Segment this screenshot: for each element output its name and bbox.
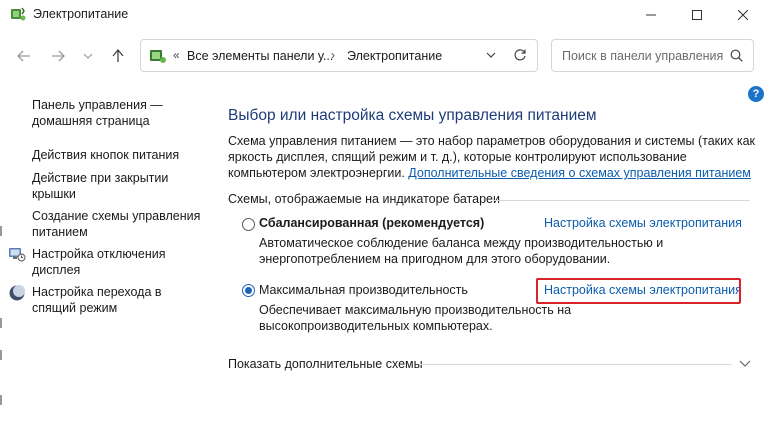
breadcrumb-separator[interactable]: › — [331, 48, 335, 62]
address-dropdown-icon[interactable] — [485, 49, 497, 61]
arrow-right-icon — [52, 50, 65, 62]
show-more-plans[interactable]: Показать дополнительные схемы — [228, 357, 423, 371]
power-options-icon — [11, 7, 26, 21]
chevron-down-icon[interactable] — [738, 357, 752, 369]
minimize-icon — [646, 14, 656, 16]
recent-locations-button[interactable] — [78, 47, 98, 65]
sidebar-item-create-plan[interactable]: Создание схемы управления питанием — [32, 208, 202, 240]
section-divider — [494, 200, 750, 201]
control-panel-icon — [150, 50, 166, 63]
more-plans-divider — [420, 364, 732, 365]
search-icon[interactable] — [730, 49, 743, 62]
arrow-left-icon — [17, 50, 30, 62]
arrow-up-icon — [112, 49, 124, 62]
address-bar[interactable]: « Все элементы панели у... › Электропита… — [140, 39, 538, 72]
sidebar-item-sleep[interactable]: Настройка перехода в спящий режим — [32, 284, 202, 316]
monitor-clock-icon — [9, 248, 26, 262]
section-label: Схемы, отображаемые на индикаторе батаре… — [228, 192, 500, 206]
plan-max-performance-name[interactable]: Максимальная производительность — [259, 283, 468, 297]
page-description: Схема управления питанием — это набор па… — [228, 133, 758, 181]
left-edge-marker — [0, 318, 2, 328]
more-info-link[interactable]: Дополнительные сведения о схемах управле… — [408, 166, 751, 180]
sidebar-item-control-panel-home[interactable]: Панель управления — домашняя страница — [32, 97, 202, 129]
refresh-icon[interactable] — [513, 48, 527, 62]
close-icon — [738, 10, 748, 20]
search-box[interactable]: Поиск в панели управления — [551, 39, 754, 72]
search-placeholder: Поиск в панели управления — [562, 49, 724, 63]
up-button[interactable] — [108, 47, 128, 65]
help-button[interactable]: ? — [748, 86, 764, 102]
plan-max-performance-radio[interactable] — [242, 284, 255, 297]
minimize-button[interactable] — [628, 0, 674, 30]
plan-balanced-description: Автоматическое соблюдение баланса между … — [259, 236, 664, 266]
left-edge-marker — [0, 350, 2, 360]
plan-balanced-settings-link[interactable]: Настройка схемы электропитания — [544, 216, 742, 230]
plan-balanced-radio[interactable] — [242, 218, 255, 231]
left-edge-marker — [0, 395, 2, 405]
maximize-icon — [692, 10, 702, 20]
sidebar-item-lid-close[interactable]: Действие при закрытии крышки — [32, 170, 202, 202]
sidebar-item-display-off[interactable]: Настройка отключения дисплея — [32, 246, 202, 278]
highlight-annotation — [536, 278, 741, 304]
breadcrumb-overflow[interactable]: « — [173, 48, 180, 62]
window-title: Электропитание — [33, 7, 129, 21]
sidebar-item-power-buttons[interactable]: Действия кнопок питания — [32, 147, 202, 163]
breadcrumb-all-items[interactable]: Все элементы панели у... — [187, 49, 333, 63]
forward-button[interactable] — [48, 47, 68, 65]
back-button[interactable] — [14, 47, 34, 65]
page-title: Выбор или настройка схемы управления пит… — [228, 107, 597, 124]
plan-max-performance-description: Обеспечивает максимальную производительн… — [259, 303, 572, 333]
plan-balanced-name[interactable]: Сбалансированная (рекомендуется) — [259, 216, 484, 230]
left-edge-marker — [0, 226, 2, 236]
chevron-down-icon — [83, 53, 93, 59]
maximize-button[interactable] — [674, 0, 720, 30]
title-bar: Электропитание — [0, 0, 767, 30]
close-button[interactable] — [720, 0, 766, 30]
moon-icon — [9, 285, 25, 301]
breadcrumb-power-options[interactable]: Электропитание — [347, 49, 442, 63]
